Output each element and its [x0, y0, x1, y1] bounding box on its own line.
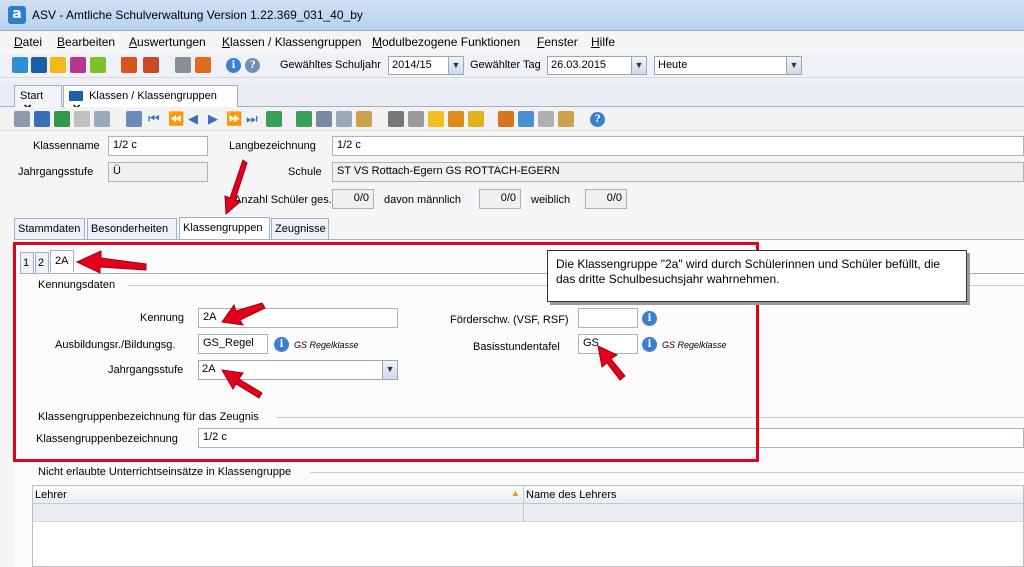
- red-arrow-icon: [224, 159, 248, 216]
- red-arrow-icon: [75, 250, 147, 274]
- red-arrow-icon: [221, 302, 266, 326]
- annotation-arrows: [75, 159, 626, 399]
- red-arrow-icon: [221, 369, 263, 399]
- red-arrow-icon: [597, 345, 626, 381]
